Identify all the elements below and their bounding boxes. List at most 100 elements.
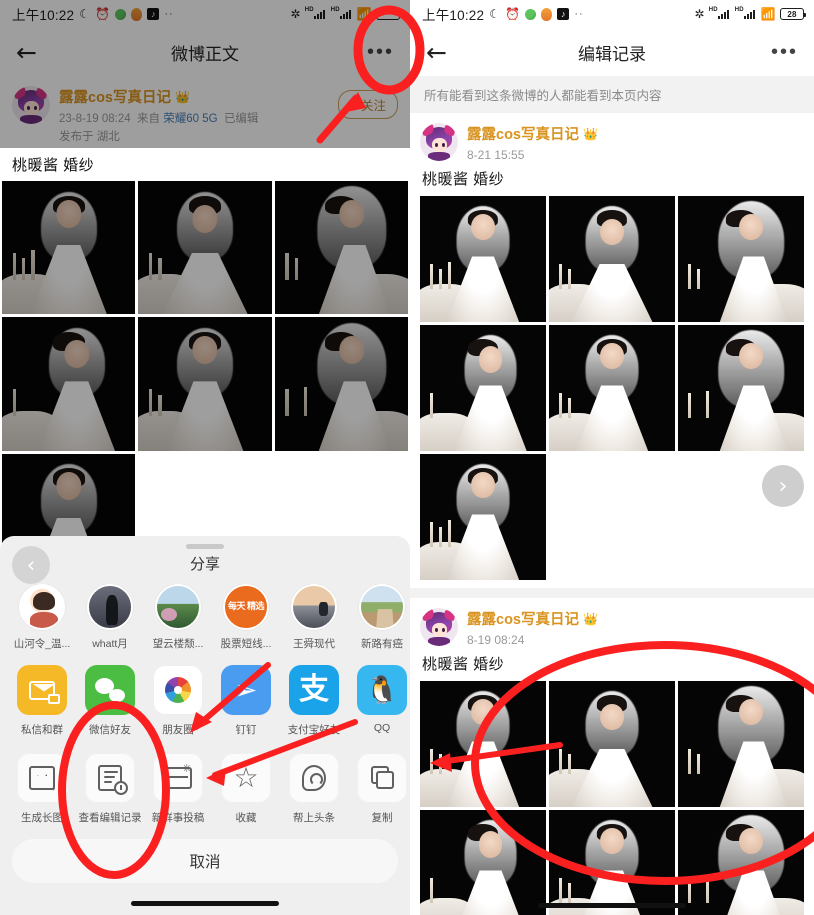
chevron-left-icon[interactable]: ‹: [12, 546, 50, 584]
revision-photo[interactable]: [549, 196, 675, 322]
share-target-moments[interactable]: 朋友圈: [144, 665, 212, 737]
share-contact-item[interactable]: 王舜现代: [280, 584, 348, 651]
wechat-dot-icon: [525, 8, 537, 20]
favorite-button[interactable]: ☆ 收藏: [212, 753, 280, 825]
revision-photo[interactable]: [420, 325, 546, 451]
revision-time: 8-21 15:55: [467, 148, 525, 162]
share-target-dingtalk[interactable]: ➢ 钉钉: [212, 665, 280, 737]
share-contacts-row[interactable]: 山河令_温... whatt月 望云楼颓... 每天 精选 股票短线... 王舜…: [0, 584, 410, 661]
post-photo[interactable]: [274, 317, 408, 451]
share-target-label: 生成长图: [21, 812, 63, 824]
view-edit-history-button[interactable]: 查看编辑记录: [76, 753, 144, 825]
share-target-qq[interactable]: 🐧 QQ: [348, 665, 410, 737]
status-time: 上午10:22: [422, 8, 485, 23]
tiktok-icon: ♪: [147, 8, 160, 20]
share-contact-item[interactable]: whatt月: [76, 584, 144, 651]
screenshot-root: 上午10:22 ☾ ⏰ ♪ ·· ✲ HD HD 📶 ← 微博正文 ••• 露露…: [0, 0, 814, 915]
more-options-button[interactable]: •••: [771, 42, 798, 62]
page-title: 编辑记录: [578, 44, 646, 64]
home-indicator[interactable]: [538, 903, 686, 908]
post-photo[interactable]: [138, 317, 272, 451]
post-source[interactable]: 荣耀60 5G: [163, 113, 217, 125]
revision-photo[interactable]: [549, 810, 675, 915]
long-image-icon: ↓: [17, 753, 67, 803]
share-apps-row-2[interactable]: ↓ 生成长图 查看编辑记录 ✳ 新鲜事投稿 ☆ 收藏 帮上头条 复制: [0, 749, 410, 837]
follow-button[interactable]: + 关注: [338, 90, 398, 119]
revision-photo[interactable]: [420, 810, 546, 915]
avatar[interactable]: [420, 608, 458, 646]
qq-icon: [131, 7, 143, 21]
share-contact-item[interactable]: 新路有癌: [348, 584, 410, 651]
revision-author[interactable]: 露露cos写真日记 👑: [467, 608, 598, 629]
post-photo[interactable]: [274, 181, 408, 315]
revision-photo[interactable]: [678, 681, 804, 807]
revision-photo[interactable]: [420, 454, 546, 580]
revision-photo[interactable]: [678, 196, 804, 322]
contact-name: 王舜现代: [293, 638, 335, 650]
status-more-dots-icon: ··: [164, 8, 174, 20]
signal-hd-1-icon: HD: [305, 7, 327, 22]
alarm-icon: ⏰: [505, 7, 521, 21]
back-button[interactable]: ←: [426, 40, 456, 65]
cancel-button[interactable]: 取消: [12, 839, 398, 883]
right-status-bar: 上午10:22 ☾ ⏰ ♪ ·· ✲ HD HD 📶 28: [410, 0, 814, 28]
moments-shutter-icon: [153, 665, 203, 715]
revision-photo[interactable]: [549, 325, 675, 451]
revision-photo[interactable]: [549, 681, 675, 807]
crown-badge-icon: 👑: [583, 126, 598, 141]
visibility-notice: 所有能看到这条微博的人都能看到本页内容: [410, 76, 814, 113]
revision-photo[interactable]: [678, 810, 804, 915]
author-name-text: 露露cos写真日记: [59, 90, 171, 106]
battery-icon: [376, 8, 402, 20]
right-nav-bar: ← 编辑记录 •••: [410, 28, 814, 76]
post-photo[interactable]: [138, 181, 272, 315]
revision-entry: 露露cos写真日记 👑 8-19 08:24 桃暖酱 婚纱: [410, 598, 814, 915]
share-target-alipay-friend[interactable]: 支 支付宝好友: [280, 665, 348, 737]
contact-avatar: 每天 精选: [223, 584, 269, 630]
contact-name: 股票短线...: [220, 638, 272, 650]
share-target-label: 私信和群: [21, 724, 63, 736]
back-button[interactable]: ←: [16, 40, 46, 65]
contact-avatar: [155, 584, 201, 630]
copy-button[interactable]: 复制: [348, 753, 410, 825]
share-contact-item[interactable]: 每天 精选 股票短线...: [212, 584, 280, 651]
post-photo[interactable]: [2, 181, 136, 315]
star-icon: ☆: [221, 753, 271, 803]
contact-name: 新路有癌: [361, 638, 403, 650]
revision-author[interactable]: 露露cos写真日记 👑: [467, 123, 598, 144]
share-target-wechat-friend[interactable]: 微信好友: [76, 665, 144, 737]
contact-name: whatt月: [92, 638, 128, 650]
signal-hd-2-icon: HD: [735, 7, 757, 22]
author-name-text: 露露cos写真日记: [467, 612, 579, 628]
avatar[interactable]: [12, 86, 50, 124]
post-edited-flag: 已编辑: [223, 113, 259, 125]
alarm-icon: ⏰: [95, 7, 111, 21]
submit-news-button[interactable]: ✳ 新鲜事投稿: [144, 753, 212, 825]
more-options-button[interactable]: •••: [367, 42, 394, 62]
post-photo[interactable]: [2, 317, 136, 451]
share-target-label: 朋友圈: [162, 724, 194, 736]
share-contact-item[interactable]: 山河令_温...: [8, 584, 76, 651]
tiktok-icon: ♪: [557, 8, 570, 20]
left-status-bar: 上午10:22 ☾ ⏰ ♪ ·· ✲ HD HD 📶: [0, 0, 410, 28]
avatar[interactable]: [420, 123, 458, 161]
left-post-photo-grid: [0, 181, 410, 587]
revision-photo-grid: [420, 681, 804, 915]
left-screen-dimmed-content: 上午10:22 ☾ ⏰ ♪ ·· ✲ HD HD 📶 ← 微博正文 ••• 露露…: [0, 0, 410, 587]
share-target-label: 微信好友: [89, 724, 131, 736]
revision-photo[interactable]: [420, 681, 546, 807]
share-apps-row-1[interactable]: 私信和群 微信好友 朋友圈 ➢ 钉钉 支 支付宝好友 🐧 QQ: [0, 661, 410, 749]
post-author-name[interactable]: 露露cos写真日记 👑: [59, 86, 338, 107]
home-indicator[interactable]: [131, 900, 279, 906]
share-target-label: 支付宝好友: [287, 724, 341, 736]
revision-photo[interactable]: [420, 196, 546, 322]
share-target-direct-message[interactable]: 私信和群: [8, 665, 76, 737]
sheet-grab-handle[interactable]: [186, 544, 224, 549]
generate-long-image-button[interactable]: ↓ 生成长图: [8, 753, 76, 825]
chevron-right-icon[interactable]: ›: [762, 465, 804, 507]
contact-logo-text: 每天 精选: [227, 601, 265, 612]
headline-boost-button[interactable]: 帮上头条: [280, 753, 348, 825]
share-contact-item[interactable]: 望云楼颓...: [144, 584, 212, 651]
post-header: 露露cos写真日记 👑 23-8-19 08:24 来自 荣耀60 5G 已编辑…: [0, 76, 410, 148]
revision-photo[interactable]: [678, 325, 804, 451]
